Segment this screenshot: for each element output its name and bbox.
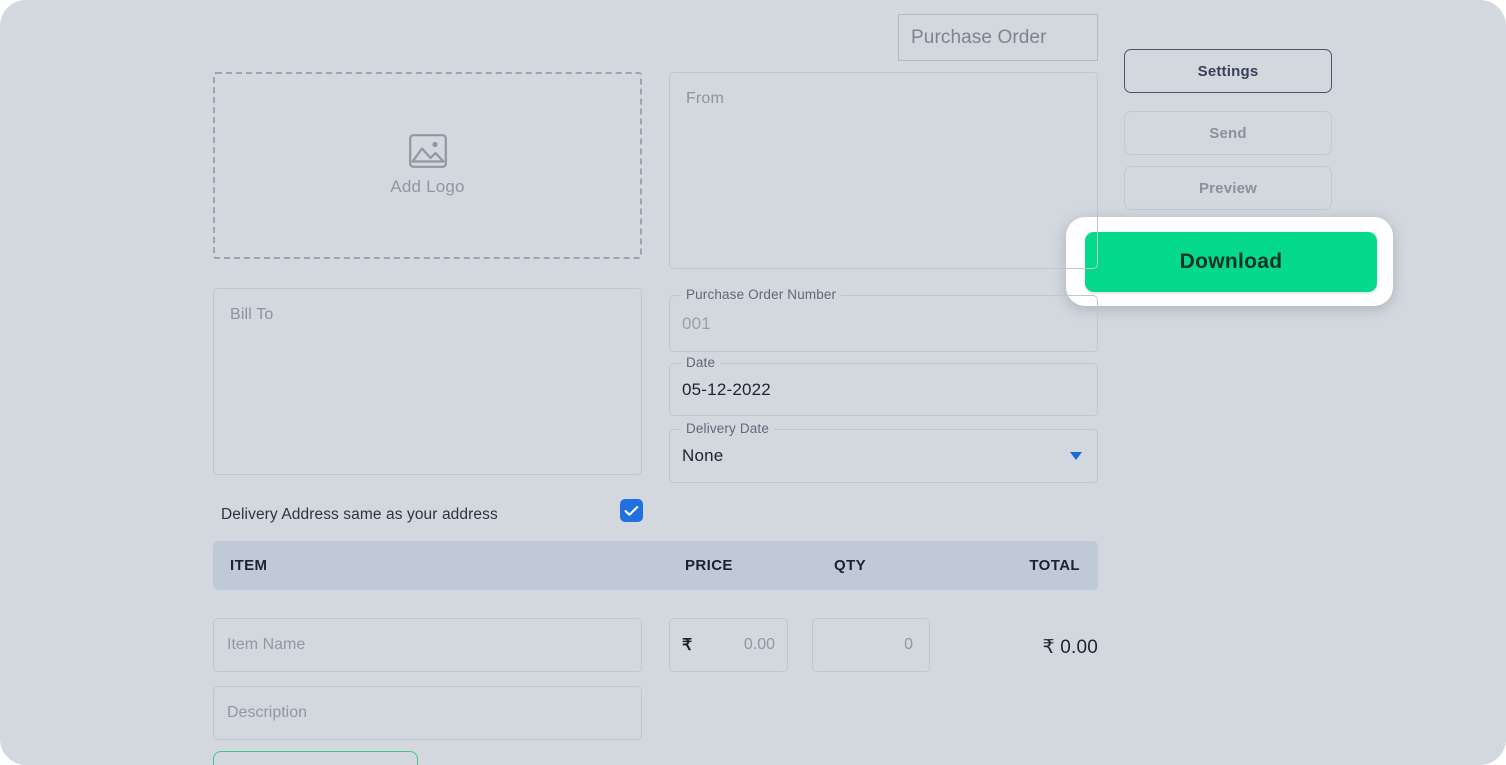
document-title-input[interactable]: Purchase Order bbox=[898, 14, 1098, 61]
delivery-date-value: None bbox=[682, 446, 723, 466]
date-value: 05-12-2022 bbox=[682, 380, 771, 400]
column-header-total: TOTAL bbox=[1029, 557, 1080, 574]
field-outline bbox=[669, 295, 1098, 352]
date-field[interactable]: Date 05-12-2022 bbox=[669, 363, 1098, 416]
purchase-order-number-value: 001 bbox=[682, 314, 711, 334]
item-line-total: ₹ 0.00 bbox=[1042, 636, 1098, 659]
add-logo-label: Add Logo bbox=[390, 177, 464, 197]
bill-to-input[interactable]: Bill To bbox=[213, 288, 642, 475]
send-button[interactable]: Send bbox=[1124, 111, 1332, 155]
purchase-order-number-label: Purchase Order Number bbox=[681, 287, 841, 302]
delivery-address-label: Delivery Address same as your address bbox=[221, 506, 498, 524]
items-table-header: ITEM PRICE QTY TOTAL bbox=[213, 541, 1098, 590]
currency-symbol: ₹ bbox=[682, 635, 692, 655]
image-placeholder-icon bbox=[409, 134, 447, 168]
settings-button[interactable]: Settings bbox=[1124, 49, 1332, 93]
date-label: Date bbox=[681, 355, 720, 370]
column-header-price: PRICE bbox=[685, 557, 733, 574]
from-input[interactable]: From bbox=[669, 72, 1098, 269]
delivery-date-label: Delivery Date bbox=[681, 421, 774, 436]
download-button[interactable]: Download bbox=[1085, 232, 1377, 292]
item-price-value: 0.00 bbox=[744, 636, 775, 654]
chevron-down-icon[interactable] bbox=[1070, 452, 1082, 460]
item-qty-input[interactable]: 0 bbox=[812, 618, 930, 672]
item-description-input[interactable]: Description bbox=[213, 686, 642, 740]
column-header-item: ITEM bbox=[230, 557, 267, 574]
column-header-qty: QTY bbox=[834, 557, 866, 574]
check-icon bbox=[624, 505, 639, 517]
field-outline bbox=[669, 429, 1098, 483]
delivery-date-select[interactable]: Delivery Date None bbox=[669, 429, 1098, 483]
purchase-order-page: Purchase Order Settings Send Preview Dow… bbox=[0, 0, 1506, 765]
add-item-button[interactable] bbox=[213, 751, 418, 765]
preview-button[interactable]: Preview bbox=[1124, 166, 1332, 210]
item-name-input[interactable]: Item Name bbox=[213, 618, 642, 672]
add-logo-dropzone[interactable]: Add Logo bbox=[213, 72, 642, 259]
delivery-address-row: Delivery Address same as your address bbox=[221, 502, 646, 528]
item-price-input[interactable]: ₹ 0.00 bbox=[669, 618, 788, 672]
purchase-order-number-field[interactable]: Purchase Order Number 001 bbox=[669, 295, 1098, 352]
delivery-address-checkbox[interactable] bbox=[620, 499, 643, 522]
